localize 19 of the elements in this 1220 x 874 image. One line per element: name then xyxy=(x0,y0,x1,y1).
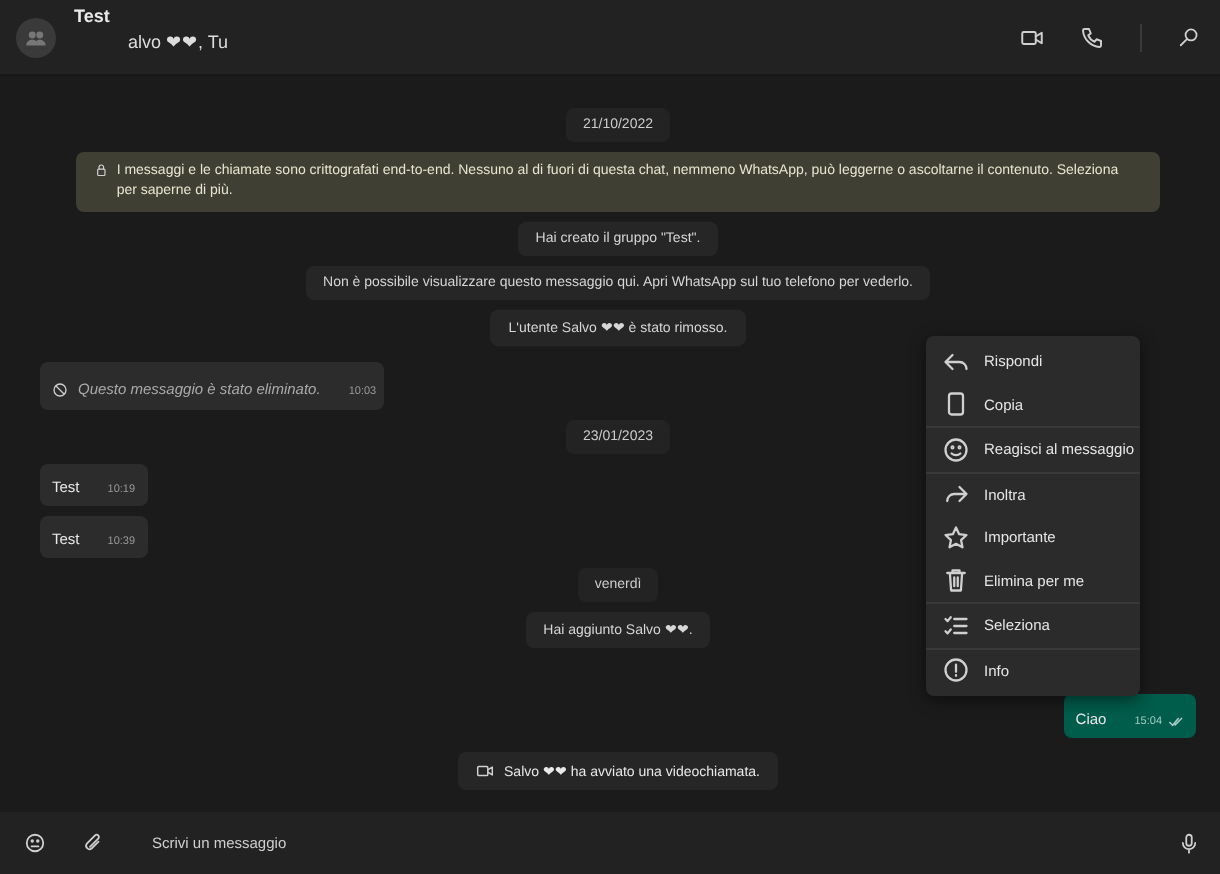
star-icon xyxy=(942,523,970,552)
video-icon xyxy=(476,762,495,781)
chat-members: alvo ❤❤, Tu xyxy=(128,32,231,52)
info-icon xyxy=(942,656,970,685)
double-check-icon xyxy=(1168,716,1184,729)
lock-icon xyxy=(94,162,109,178)
phone-icon xyxy=(1080,25,1104,49)
copy-icon xyxy=(942,390,970,419)
search-icon xyxy=(1178,26,1200,48)
video-call-icon xyxy=(1020,25,1044,49)
checklist-icon xyxy=(942,611,970,640)
microphone-icon xyxy=(1178,832,1200,854)
trash-icon xyxy=(942,566,970,595)
chat-title: Test xyxy=(74,6,112,26)
emoji-icon xyxy=(24,832,46,854)
blocked-icon xyxy=(52,381,68,398)
smiley-icon xyxy=(942,435,970,464)
paperclip-icon xyxy=(82,832,104,854)
group-avatar[interactable] xyxy=(16,17,56,57)
